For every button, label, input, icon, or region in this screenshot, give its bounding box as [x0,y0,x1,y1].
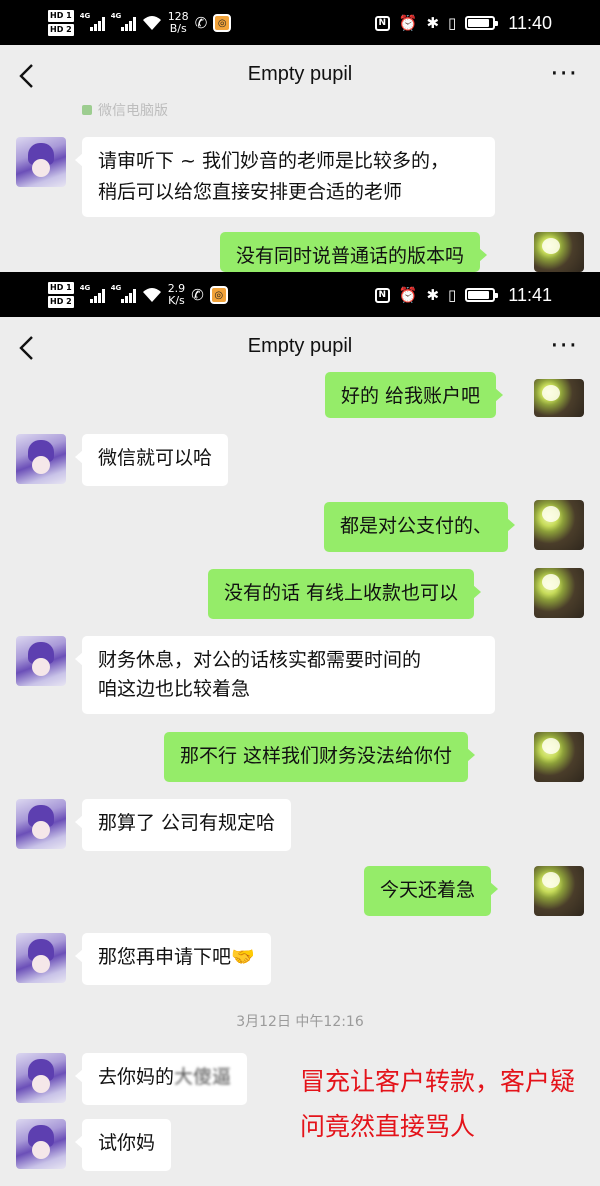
avatar[interactable] [534,500,584,550]
alarm-icon: ⏰ [398,14,418,32]
app-notification-icon: ◎ [209,286,228,304]
message-bubble-sent[interactable]: 都是对公支付的、 [324,502,516,552]
bluetooth-icon: ✱ [426,286,440,304]
handshake-emoji: 🤝 [231,946,255,968]
avatar[interactable] [16,137,66,187]
vibrate-icon: ▯ [448,14,457,32]
missed-call-icon: ✆ [194,14,208,32]
message-bubble-received[interactable]: 试你妈 [74,1119,172,1171]
battery-icon [465,288,499,302]
avatar[interactable] [16,1053,66,1103]
avatar[interactable] [16,636,66,686]
wifi-icon [142,287,162,303]
message-bubble-sent[interactable]: 没有的话 有线上收款也可以 [208,569,482,619]
message-bubble-sent[interactable]: 今天还着急 [364,866,499,916]
red-annotation: 冒充让客户转款，客户疑 问竟然直接骂人 [300,1067,576,1141]
chat-title: Empty pupil [247,63,353,85]
message-bubble-received[interactable]: 微信就可以哈 [74,434,229,486]
message-bubble-sent[interactable]: 好的 给我账户吧 [325,372,504,418]
cut-off-message: 微信电脑版 [82,100,168,120]
avatar[interactable] [534,568,584,618]
message-bubble-sent[interactable]: 那不行 这样我们财务没法给你付 [164,732,476,782]
clock: 11:40 [508,12,552,33]
clock: 11:41 [508,284,552,305]
sim-indicator: HD 1 HD 2 [48,282,74,308]
network-speed: 128 B/s [167,10,189,35]
message-bubble-received[interactable]: 财务休息，对公的话核实都需要时间的 咱这边也比较着急 [75,636,495,714]
avatar[interactable] [16,1119,66,1169]
bluetooth-icon: ✱ [426,14,440,32]
censored-text: 大傻逼 [174,1066,232,1088]
more-icon[interactable]: ··· [550,333,578,359]
status-bar: HD 1 HD 2 4G 4G 128 B/s ✆ ◎ N ⏰ ✱ ▯ 11:40 [0,0,600,45]
network-speed: 2.9 K/s [167,282,186,307]
alarm-icon: ⏰ [398,286,418,304]
message-bubble-received[interactable]: 那您再申请下吧🤝 [75,933,271,985]
wifi-icon [142,15,162,31]
status-bar: HD 1 HD 2 4G 4G 2.9 K/s ✆ ◎ N ⏰ ✱ ▯ 11:41 [0,272,600,317]
message-bubble-received[interactable]: 那算了 公司有规定哈 [74,799,292,851]
signal-icon: 4G [111,12,136,31]
avatar[interactable] [534,866,584,916]
message-bubble-received[interactable]: 去你妈的大傻逼 [74,1053,248,1105]
signal-icon: 4G [111,284,136,303]
vibrate-icon: ▯ [448,286,457,304]
more-icon[interactable]: ··· [550,61,578,87]
avatar[interactable] [534,232,584,272]
missed-call-icon: ✆ [191,286,204,304]
signal-icon: 4G [80,284,105,303]
chat-header: Empty pupil ··· [0,317,600,379]
avatar[interactable] [16,799,66,849]
battery-icon [465,16,499,30]
avatar[interactable] [534,379,584,417]
nfc-icon: N [374,15,390,31]
message-bubble-sent[interactable]: 没有同时说普通话的版本吗 [220,232,488,272]
chat-header: Empty pupil ··· [0,45,600,107]
avatar[interactable] [16,933,66,983]
app-notification-icon: ◎ [213,14,232,32]
signal-icon: 4G [80,12,105,31]
message-bubble-received[interactable]: 请审听下 ~ 我们妙音的老师是比较多的， 稍后可以给您直接安排更合适的老师 [75,137,495,217]
avatar[interactable] [16,434,66,484]
timestamp: 3月12日 中午12:16 [236,1014,364,1030]
nfc-icon: N [374,287,390,303]
chat-title: Empty pupil [247,335,353,357]
avatar[interactable] [534,732,584,782]
sim-indicator: HD 1 HD 2 [48,10,74,36]
